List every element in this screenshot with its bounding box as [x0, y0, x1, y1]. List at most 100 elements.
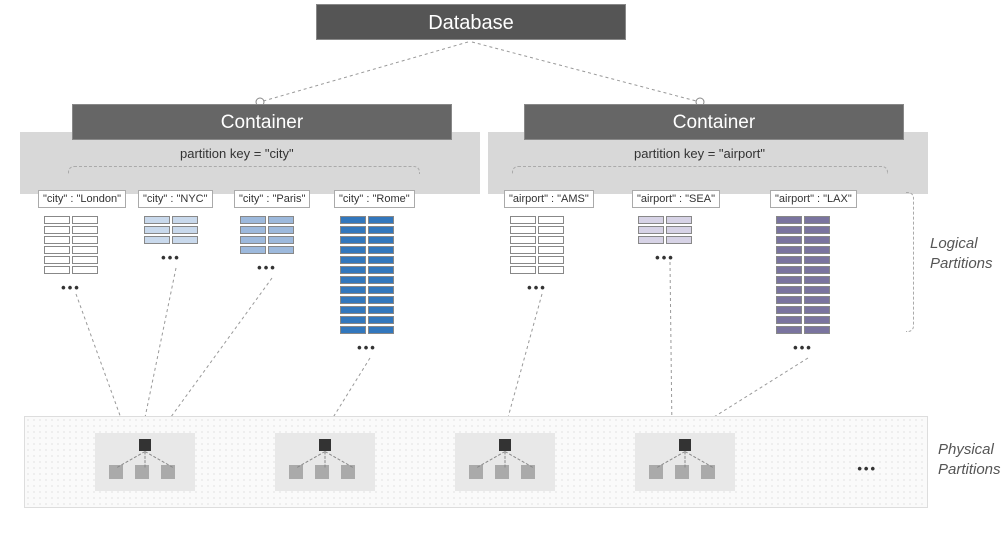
partition-label: "airport" : "AMS" [504, 190, 594, 208]
container-bg-right [488, 132, 928, 194]
ellipsis: ••• [61, 280, 81, 295]
logical-partitions-label: Logical Partitions [930, 234, 993, 273]
data-cell [72, 226, 98, 234]
data-cell [538, 216, 564, 224]
data-cell [510, 226, 536, 234]
data-cell [776, 316, 802, 324]
ellipsis: ••• [357, 340, 377, 355]
data-cell [340, 286, 366, 294]
data-cell [776, 236, 802, 244]
data-cell [72, 216, 98, 224]
container-bg-left [20, 132, 480, 194]
partition-data-column: ••• [638, 216, 692, 265]
data-cell [804, 246, 830, 254]
data-cell [638, 236, 664, 244]
data-cell [776, 226, 802, 234]
data-cell [804, 316, 830, 324]
data-cell [268, 226, 294, 234]
data-cell [666, 236, 692, 244]
node-replica-icon [675, 465, 689, 479]
data-cell [172, 226, 198, 234]
data-cell [72, 256, 98, 264]
physical-partitions-panel: ••• [24, 416, 928, 508]
data-cell [240, 246, 266, 254]
logical-bracket [906, 192, 914, 332]
data-cell [340, 316, 366, 324]
partition-label: "city" : "London" [38, 190, 126, 208]
data-cell [44, 246, 70, 254]
partition-data-column: ••• [510, 216, 564, 295]
data-cell [638, 226, 664, 234]
data-cell [510, 256, 536, 264]
data-cell [638, 216, 664, 224]
data-cell [510, 236, 536, 244]
ellipsis: ••• [161, 250, 181, 265]
data-cell [44, 266, 70, 274]
node-replica-icon [135, 465, 149, 479]
data-cell [776, 286, 802, 294]
ellipsis: ••• [655, 250, 675, 265]
physical-node [635, 433, 735, 491]
data-cell [804, 226, 830, 234]
data-cell [268, 216, 294, 224]
data-cell [340, 326, 366, 334]
partition-label: "city" : "Rome" [334, 190, 415, 208]
data-cell [172, 236, 198, 244]
ellipsis: ••• [527, 280, 547, 295]
data-cell [776, 276, 802, 284]
data-cell [538, 266, 564, 274]
data-cell [510, 216, 536, 224]
data-cell [368, 316, 394, 324]
bracket-city [68, 166, 420, 174]
data-cell [240, 226, 266, 234]
data-cell [368, 326, 394, 334]
physical-node [275, 433, 375, 491]
data-cell [44, 216, 70, 224]
data-cell [804, 236, 830, 244]
data-cell [144, 216, 170, 224]
node-primary-icon [139, 439, 151, 451]
container-box-city: Container [72, 104, 452, 140]
data-cell [72, 236, 98, 244]
partition-label: "city" : "Paris" [234, 190, 310, 208]
data-cell [368, 236, 394, 244]
data-cell [44, 226, 70, 234]
data-cell [144, 236, 170, 244]
data-cell [268, 246, 294, 254]
data-cell [368, 256, 394, 264]
data-cell [804, 286, 830, 294]
data-cell [666, 226, 692, 234]
data-cell [340, 226, 366, 234]
bracket-airport [512, 166, 888, 174]
data-cell [144, 226, 170, 234]
data-cell [666, 216, 692, 224]
node-replica-icon [495, 465, 509, 479]
data-cell [368, 246, 394, 254]
partition-key-city: partition key = "city" [180, 146, 294, 161]
data-cell [776, 306, 802, 314]
data-cell [538, 226, 564, 234]
data-cell [368, 276, 394, 284]
data-cell [776, 296, 802, 304]
partition-label: "city" : "NYC" [138, 190, 213, 208]
data-cell [804, 266, 830, 274]
data-cell [240, 216, 266, 224]
data-cell [804, 256, 830, 264]
data-cell [804, 216, 830, 224]
node-primary-icon [319, 439, 331, 451]
node-primary-icon [679, 439, 691, 451]
physical-node [95, 433, 195, 491]
data-cell [340, 306, 366, 314]
data-cell [368, 216, 394, 224]
data-cell [368, 296, 394, 304]
data-cell [538, 236, 564, 244]
database-box: Database [316, 4, 626, 40]
data-cell [776, 256, 802, 264]
data-cell [340, 296, 366, 304]
data-cell [804, 276, 830, 284]
data-cell [368, 286, 394, 294]
data-cell [510, 266, 536, 274]
physical-node [455, 433, 555, 491]
partition-data-column: ••• [340, 216, 394, 355]
data-cell [340, 256, 366, 264]
